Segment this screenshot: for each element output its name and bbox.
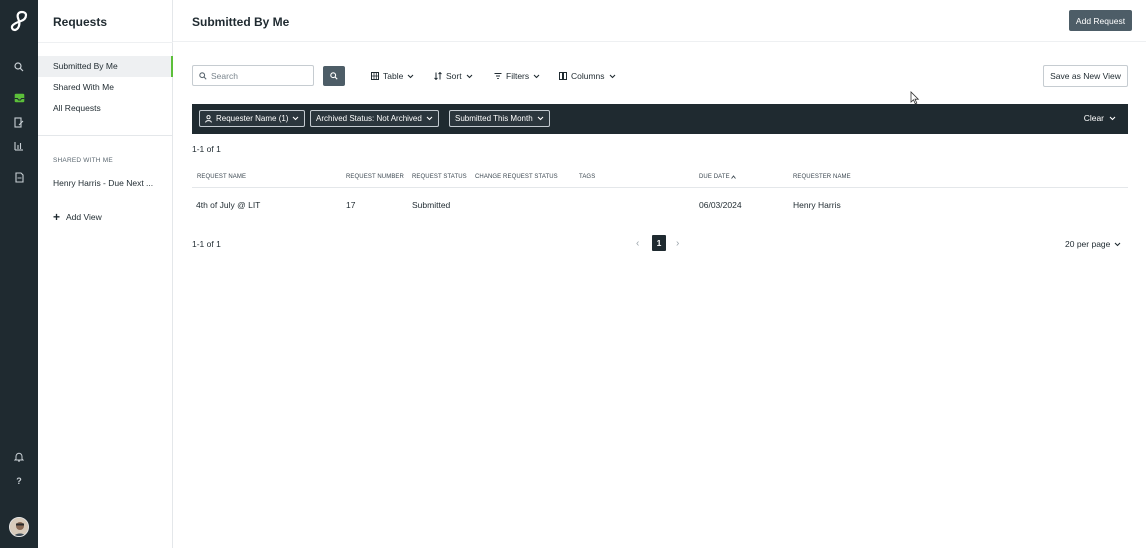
filter-chip-requester-name[interactable]: Requester Name (1) — [199, 110, 306, 127]
requests-sidebar: Requests Submitted By Me Shared With Me … — [38, 0, 173, 548]
column-header-change-request-status[interactable]: CHANGE REQUEST STATUS — [475, 174, 558, 180]
chevron-down-icon — [466, 74, 472, 78]
request-number-cell: 17 — [346, 200, 356, 210]
filters-dropdown[interactable]: Filters — [494, 70, 540, 82]
columns-icon — [559, 72, 567, 80]
chevron-down-icon — [426, 116, 433, 121]
columns-dropdown[interactable]: Columns — [559, 70, 616, 82]
add-request-button[interactable]: Add Request — [1069, 10, 1132, 31]
brand-logo-icon[interactable] — [9, 10, 29, 32]
search-icon — [199, 71, 207, 80]
shared-view-item[interactable]: Henry Harris - Due Next ... — [53, 178, 153, 188]
search-input[interactable] — [211, 70, 307, 81]
page-number-current[interactable]: 1 — [652, 235, 666, 251]
sidebar-divider — [38, 135, 173, 136]
previous-page-icon[interactable]: ‹ — [636, 238, 639, 249]
notifications-bell-icon[interactable] — [11, 449, 27, 465]
filter-chip-label: Requester Name (1) — [216, 114, 289, 123]
chevron-down-icon — [293, 116, 299, 121]
search-icon — [330, 72, 338, 80]
sidebar-item-all-requests[interactable]: All Requests — [38, 98, 173, 119]
sidebar-title: Requests — [53, 15, 108, 29]
chevron-down-icon — [609, 74, 615, 78]
table-label: Table — [383, 71, 404, 81]
reports-chart-icon[interactable] — [11, 138, 27, 154]
sort-icon — [434, 72, 442, 80]
table-row[interactable]: 4th of July @ LIT 17 Submitted 06/03/202… — [192, 189, 1128, 219]
requester-name-cell: Henry Harris — [793, 200, 841, 210]
column-header-due-date[interactable]: DUE DATE — [699, 174, 736, 180]
clear-filters-button[interactable]: Clear — [1084, 113, 1116, 123]
sidebar-nav: Submitted By Me Shared With Me All Reque… — [38, 56, 173, 119]
chevron-down-icon — [537, 116, 544, 121]
search-field[interactable] — [192, 65, 314, 86]
filter-chip-label: Submitted This Month — [455, 114, 533, 123]
table-header: REQUEST NAME REQUEST NUMBER REQUEST STAT… — [192, 168, 1128, 188]
filter-icon — [494, 73, 502, 79]
sort-ascending-icon — [730, 175, 736, 179]
mouse-cursor-icon — [910, 91, 920, 105]
document-edit-icon[interactable] — [11, 114, 27, 130]
page-title: Submitted By Me — [192, 15, 290, 29]
column-header-requester-name[interactable]: REQUESTER NAME — [793, 174, 851, 180]
person-icon — [205, 114, 212, 123]
next-page-icon[interactable]: › — [676, 238, 679, 249]
clear-label: Clear — [1083, 113, 1104, 123]
shared-with-me-heading: SHARED WITH ME — [53, 157, 113, 164]
chevron-down-icon — [1109, 116, 1116, 120]
column-header-request-status[interactable]: REQUEST STATUS — [412, 174, 467, 180]
due-date-label: DUE DATE — [699, 174, 730, 180]
plus-icon: + — [53, 210, 61, 224]
search-button[interactable] — [323, 66, 345, 86]
main-content: Submitted By Me Add Request Table Sort F… — [173, 0, 1146, 548]
icon-rail: ? — [0, 0, 38, 548]
filters-label: Filters — [506, 71, 530, 81]
request-status-cell: Submitted — [412, 200, 451, 210]
results-count-top: 1-1 of 1 — [192, 144, 221, 154]
add-view-label: Add View — [66, 212, 102, 222]
per-page-label: 20 per page — [1065, 239, 1111, 249]
filter-chip-label: Archived Status: Not Archived — [316, 114, 422, 123]
request-name-cell[interactable]: 4th of July @ LIT — [196, 200, 260, 210]
chevron-down-icon — [533, 74, 540, 78]
help-icon[interactable]: ? — [11, 473, 27, 489]
results-count-bottom: 1-1 of 1 — [192, 239, 221, 249]
active-filters-bar: Requester Name (1) Archived Status: Not … — [192, 104, 1128, 134]
sidebar-item-submitted-by-me[interactable]: Submitted By Me — [38, 56, 173, 77]
due-date-cell: 06/03/2024 — [699, 200, 742, 210]
columns-label: Columns — [571, 71, 605, 81]
chevron-down-icon — [407, 74, 414, 78]
sort-dropdown[interactable]: Sort — [434, 70, 473, 82]
inbox-icon[interactable] — [11, 90, 27, 106]
sidebar-header-divider — [38, 42, 173, 43]
sidebar-item-shared-with-me[interactable]: Shared With Me — [38, 77, 173, 98]
sort-label: Sort — [446, 71, 462, 81]
column-header-tags[interactable]: TAGS — [579, 174, 595, 180]
column-header-request-number[interactable]: REQUEST NUMBER — [346, 174, 404, 180]
table-icon — [371, 72, 379, 80]
per-page-dropdown[interactable]: 20 per page — [1065, 239, 1121, 249]
table-view-toggle[interactable]: Table — [371, 70, 414, 82]
file-icon[interactable] — [11, 169, 27, 185]
search-icon[interactable] — [11, 59, 27, 75]
user-avatar[interactable] — [9, 517, 29, 537]
filter-chip-submitted-this-month[interactable]: Submitted This Month — [449, 110, 550, 127]
column-header-request-name[interactable]: REQUEST NAME — [197, 174, 246, 180]
add-view-button[interactable]: + Add View — [53, 210, 102, 224]
page-header: Submitted By Me Add Request — [173, 0, 1146, 42]
save-as-new-view-button[interactable]: Save as New View — [1043, 65, 1128, 87]
filter-chip-archived-status[interactable]: Archived Status: Not Archived — [310, 110, 439, 127]
chevron-down-icon — [1114, 242, 1121, 246]
